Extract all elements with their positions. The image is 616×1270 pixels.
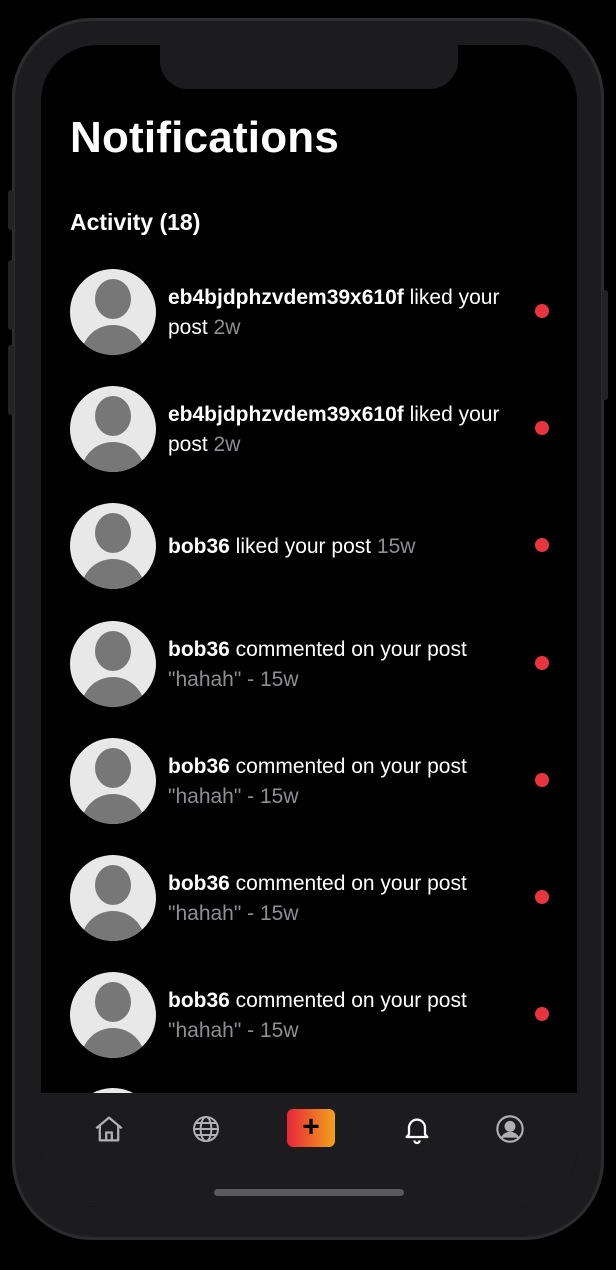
notification-comment: "hahah" - 15w [168, 902, 299, 925]
notification-username[interactable]: bob36 [168, 755, 230, 778]
unread-dot [535, 421, 549, 435]
notification-time: 2w [207, 433, 241, 456]
unread-dot [535, 1007, 549, 1021]
bell-icon [405, 1118, 429, 1145]
avatar[interactable] [70, 386, 156, 472]
notification-text: eb4bjdphzvdem39x610f liked your post 2w [168, 400, 528, 460]
notification-text: bob36 liked your post 15w [168, 532, 528, 562]
notification-text: bob36 commented on your post "hahah" - 15… [168, 869, 528, 929]
notification-item[interactable]: bob36 commented on your post "hahah" - 15… [41, 621, 577, 721]
unread-dot [535, 773, 549, 787]
tab-notifications[interactable] [397, 1109, 437, 1149]
notification-time: 15w [371, 535, 416, 558]
home-icon [95, 1116, 123, 1142]
notification-comment: "hahah" - 15w [168, 785, 299, 808]
notification-action: commented on your post [229, 989, 467, 1012]
notification-action: commented on your post [229, 638, 467, 661]
notification-time: 2w [207, 316, 241, 339]
notification-action: commented on your post [229, 872, 467, 895]
notification-item[interactable]: bob36 commented on your post "hahah" - 15… [41, 972, 577, 1072]
home-indicator[interactable] [214, 1189, 404, 1196]
unread-dot [535, 890, 549, 904]
unread-dot [535, 538, 549, 552]
notification-username[interactable]: bob36 [168, 638, 230, 661]
unread-dot [535, 304, 549, 318]
tab-explore[interactable] [186, 1109, 226, 1149]
avatar[interactable] [70, 855, 156, 941]
globe-icon [193, 1116, 219, 1142]
notification-text: bob36 commented on your post "hahah" - 15… [168, 986, 528, 1046]
phone-side-button [8, 260, 14, 330]
activity-section-title: Activity (18) [70, 209, 201, 235]
notification-action: commented on your post [229, 755, 467, 778]
notification-item[interactable]: bob36 liked your post 15w [41, 503, 577, 603]
notification-item[interactable]: bob36 commented on your post "hahah" - 15… [41, 855, 577, 955]
phone-side-button [8, 190, 14, 230]
notification-username[interactable]: bob36 [168, 989, 230, 1012]
notification-action: liked your post [229, 535, 372, 558]
bottom-tab-bar: + [41, 1093, 577, 1207]
notification-username[interactable]: eb4bjdphzvdem39x610f [168, 286, 404, 309]
phone-side-button [602, 290, 608, 400]
notification-username[interactable]: eb4bjdphzvdem39x610f [168, 403, 404, 426]
notification-comment: "hahah" - 15w [168, 1019, 299, 1042]
avatar[interactable] [70, 269, 156, 355]
notification-text: bob36 commented on your post "hahah" - 15… [168, 752, 528, 812]
tab-profile[interactable] [490, 1109, 530, 1149]
page-title: Notifications [70, 113, 340, 162]
notification-item[interactable]: eb4bjdphzvdem39x610f liked your post 2w [41, 386, 577, 486]
notification-username[interactable]: bob36 [168, 535, 230, 558]
create-post-button[interactable]: + [287, 1109, 335, 1147]
avatar[interactable] [70, 972, 156, 1058]
notification-text: eb4bjdphzvdem39x610f liked your post 2w [168, 283, 528, 343]
notification-item[interactable]: eb4bjdphzvdem39x610f liked your post 2w [41, 269, 577, 369]
avatar[interactable] [70, 738, 156, 824]
avatar[interactable] [70, 503, 156, 589]
app-screen: Notifications Activity (18) eb4bjdphzvde… [41, 45, 577, 1207]
phone-side-button [8, 345, 14, 415]
unread-dot [535, 656, 549, 670]
tab-home[interactable] [89, 1109, 129, 1149]
notification-username[interactable]: bob36 [168, 872, 230, 895]
profile-icon [496, 1115, 524, 1143]
notification-text: bob36 commented on your post "hahah" - 15… [168, 635, 528, 695]
avatar[interactable] [70, 621, 156, 707]
notification-item[interactable]: bob36 commented on your post "hahah" - 15… [41, 738, 577, 838]
create-post-icon: + [302, 1110, 320, 1144]
device-notch [160, 45, 458, 89]
notification-comment: "hahah" - 15w [168, 668, 299, 691]
